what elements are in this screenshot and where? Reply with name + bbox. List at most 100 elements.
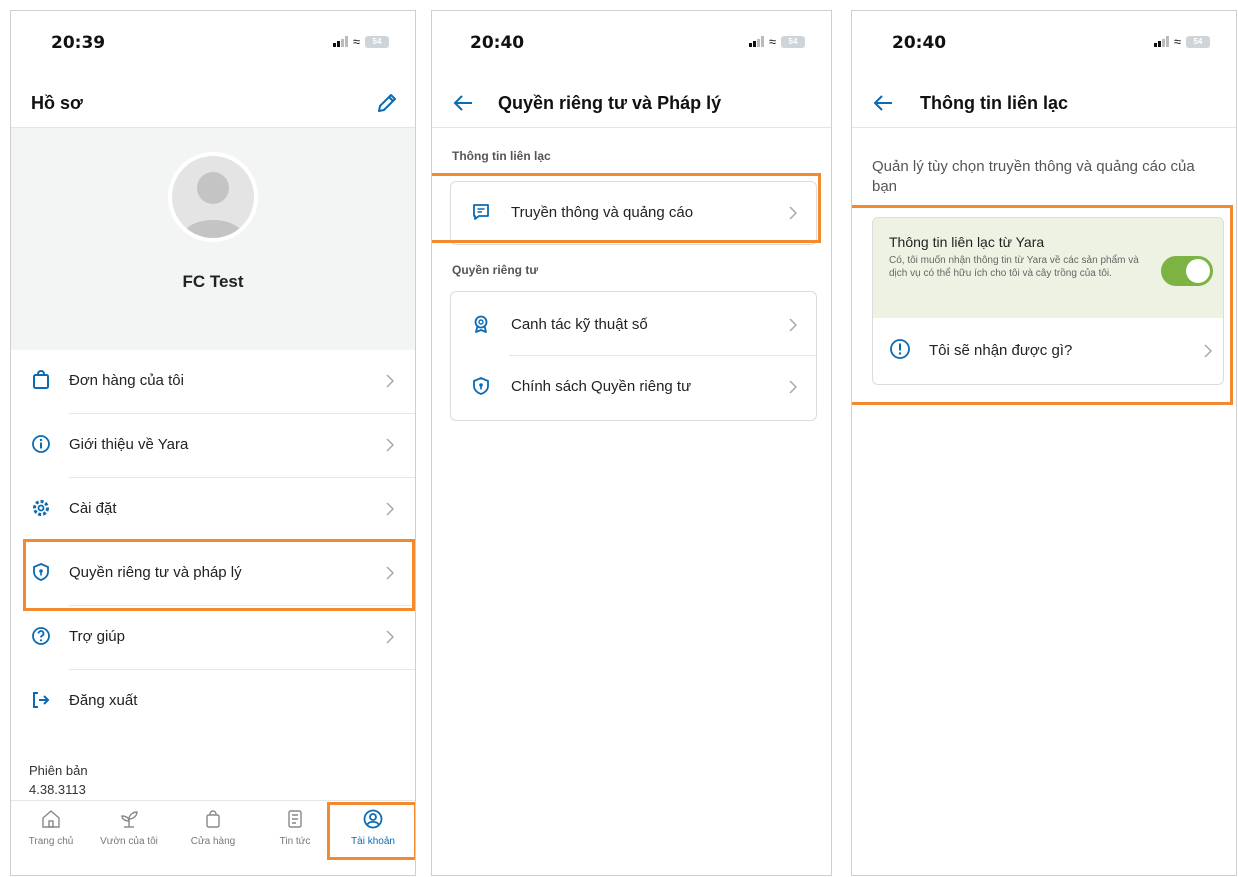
page-title: Hồ sơ bbox=[31, 93, 83, 113]
shopping-bag-icon bbox=[33, 370, 49, 389]
wifi-icon: ≈ bbox=[1173, 34, 1181, 49]
wifi-icon: ≈ bbox=[768, 34, 776, 49]
plant-icon bbox=[121, 811, 138, 828]
tab-label: Trang chủ bbox=[28, 836, 74, 847]
row-label: Truyền thông và quảng cáo bbox=[511, 204, 694, 221]
account-icon bbox=[363, 809, 383, 829]
preference-title: Thông tin liên lạc từ Yara bbox=[889, 234, 1045, 250]
app-header: Hồ sơ bbox=[11, 81, 415, 128]
menu-item-logout[interactable]: Đăng xuất bbox=[11, 670, 415, 734]
status-icons: ≈ 54 bbox=[332, 34, 389, 49]
menu-item-label: Quyền riêng tư và pháp lý bbox=[69, 564, 242, 581]
tab-home[interactable]: Trang chủ bbox=[11, 801, 91, 861]
app-header: Thông tin liên lạc bbox=[852, 81, 1236, 128]
signal-icon bbox=[332, 36, 348, 47]
tab-my-garden[interactable]: Vườn của tôi bbox=[89, 801, 169, 861]
status-icons: ≈ 54 bbox=[748, 34, 805, 49]
row-privacy-policy[interactable]: Chính sách Quyền riêng tư bbox=[451, 356, 816, 418]
row-label: Chính sách Quyền riêng tư bbox=[511, 378, 692, 395]
question-circle-icon bbox=[32, 627, 50, 645]
message-icon bbox=[473, 204, 489, 220]
pencil-icon[interactable] bbox=[375, 91, 399, 115]
status-bar: 20:39 ≈ 54 bbox=[11, 11, 415, 81]
back-arrow-icon[interactable] bbox=[872, 93, 894, 113]
preference-description: Có, tôi muốn nhận thông tin từ Yara về c… bbox=[889, 255, 1139, 279]
profile-name: FC Test bbox=[182, 272, 244, 291]
tab-label: Tin tức bbox=[279, 836, 311, 847]
profile-area: FC Test bbox=[11, 128, 415, 350]
tab-news[interactable]: Tin tức bbox=[255, 801, 335, 861]
contact-info-screen: 20:40 ≈ 54 Thông tin liên lạc Quản lý tù… bbox=[851, 10, 1237, 876]
news-icon bbox=[288, 810, 302, 828]
menu-item-label: Giới thiệu về Yara bbox=[69, 436, 189, 453]
battery-icon: 54 bbox=[1186, 35, 1210, 48]
status-time: 20:40 bbox=[470, 33, 525, 53]
gear-icon bbox=[33, 500, 49, 516]
tab-label: Vườn của tôi bbox=[100, 836, 158, 847]
version-value: 4.38.3113 bbox=[29, 782, 86, 797]
status-time: 20:39 bbox=[51, 33, 106, 53]
tab-label: Tài khoản bbox=[351, 836, 395, 847]
award-icon bbox=[474, 315, 488, 333]
marketing-toggle[interactable] bbox=[1161, 256, 1213, 286]
chevron-right-icon bbox=[789, 206, 798, 220]
menu-item-settings[interactable]: Cài đặt bbox=[11, 478, 415, 542]
menu-item-help[interactable]: Trợ giúp bbox=[11, 606, 415, 670]
menu-item-label: Đăng xuất bbox=[69, 692, 138, 709]
signal-icon bbox=[1153, 36, 1169, 47]
chevron-right-icon bbox=[1204, 344, 1213, 358]
profile-screen: 20:39 ≈ 54 Hồ sơ FC Test Đơn hàng của tô… bbox=[10, 10, 416, 876]
status-time: 20:40 bbox=[892, 33, 947, 53]
page-title: Thông tin liên lạc bbox=[920, 93, 1068, 113]
preference-toggle-row: Thông tin liên lạc từ Yara Có, tôi muốn … bbox=[873, 218, 1223, 318]
signal-icon bbox=[748, 36, 764, 47]
privacy-legal-screen: 20:40 ≈ 54 Quyền riêng tư và Pháp lý Thô… bbox=[431, 10, 832, 876]
shield-icon bbox=[33, 563, 49, 581]
privacy-card: Canh tác kỹ thuật số Chính sách Quyền ri… bbox=[450, 291, 817, 421]
shield-icon bbox=[473, 377, 489, 395]
chevron-right-icon bbox=[789, 318, 798, 332]
menu-item-label: Đơn hàng của tôi bbox=[69, 372, 184, 389]
home-icon bbox=[42, 810, 60, 828]
row-label: Canh tác kỹ thuật số bbox=[511, 316, 648, 333]
chevron-right-icon bbox=[386, 374, 395, 388]
menu-item-about-yara[interactable]: Giới thiệu về Yara bbox=[11, 414, 415, 478]
tab-account[interactable]: Tài khoản bbox=[333, 801, 413, 861]
status-icons: ≈ 54 bbox=[1153, 34, 1210, 49]
menu-item-label: Trợ giúp bbox=[69, 628, 125, 645]
chevron-right-icon bbox=[386, 566, 395, 580]
preference-card: Thông tin liên lạc từ Yara Có, tôi muốn … bbox=[872, 217, 1224, 385]
battery-icon: 54 bbox=[365, 35, 389, 48]
chevron-right-icon bbox=[386, 438, 395, 452]
menu-item-label: Cài đặt bbox=[69, 500, 117, 517]
avatar[interactable] bbox=[168, 152, 258, 242]
tab-label: Cửa hàng bbox=[190, 836, 236, 847]
row-digital-farming[interactable]: Canh tác kỹ thuật số bbox=[451, 294, 816, 356]
menu-item-orders[interactable]: Đơn hàng của tôi bbox=[11, 350, 415, 414]
chevron-right-icon bbox=[386, 630, 395, 644]
battery-icon: 54 bbox=[781, 35, 805, 48]
info-circle-icon bbox=[32, 435, 50, 453]
user-avatar-icon bbox=[182, 172, 244, 238]
version-label: Phiên bản bbox=[29, 763, 88, 778]
contact-card: Truyền thông và quảng cáo bbox=[450, 181, 817, 245]
wifi-icon: ≈ bbox=[352, 34, 360, 49]
shopping-bag-icon bbox=[206, 810, 220, 828]
menu-item-privacy-legal[interactable]: Quyền riêng tư và pháp lý bbox=[11, 542, 415, 606]
status-bar: 20:40 ≈ 54 bbox=[432, 11, 831, 81]
section-title-privacy: Quyền riêng tư bbox=[452, 263, 539, 277]
row-what-will-i-receive[interactable]: Tôi sẽ nhận được gì? bbox=[873, 318, 1223, 384]
chevron-right-icon bbox=[789, 380, 798, 394]
bottom-tab-bar: Trang chủ Vườn của tôi Cửa hàng Tin tức … bbox=[11, 800, 415, 861]
row-communications-ads[interactable]: Truyền thông và quảng cáo bbox=[451, 182, 816, 244]
section-title-contact: Thông tin liên lạc bbox=[452, 149, 551, 163]
chevron-right-icon bbox=[386, 502, 395, 516]
toggle-knob bbox=[1186, 259, 1210, 283]
intro-text: Quản lý tùy chọn truyền thông và quảng c… bbox=[872, 158, 1195, 195]
app-header: Quyền riêng tư và Pháp lý bbox=[432, 81, 831, 128]
logout-icon bbox=[33, 692, 50, 708]
back-arrow-icon[interactable] bbox=[452, 93, 474, 113]
row-label: Tôi sẽ nhận được gì? bbox=[929, 342, 1073, 359]
tab-store[interactable]: Cửa hàng bbox=[173, 801, 253, 861]
alert-circle-icon bbox=[890, 339, 910, 359]
